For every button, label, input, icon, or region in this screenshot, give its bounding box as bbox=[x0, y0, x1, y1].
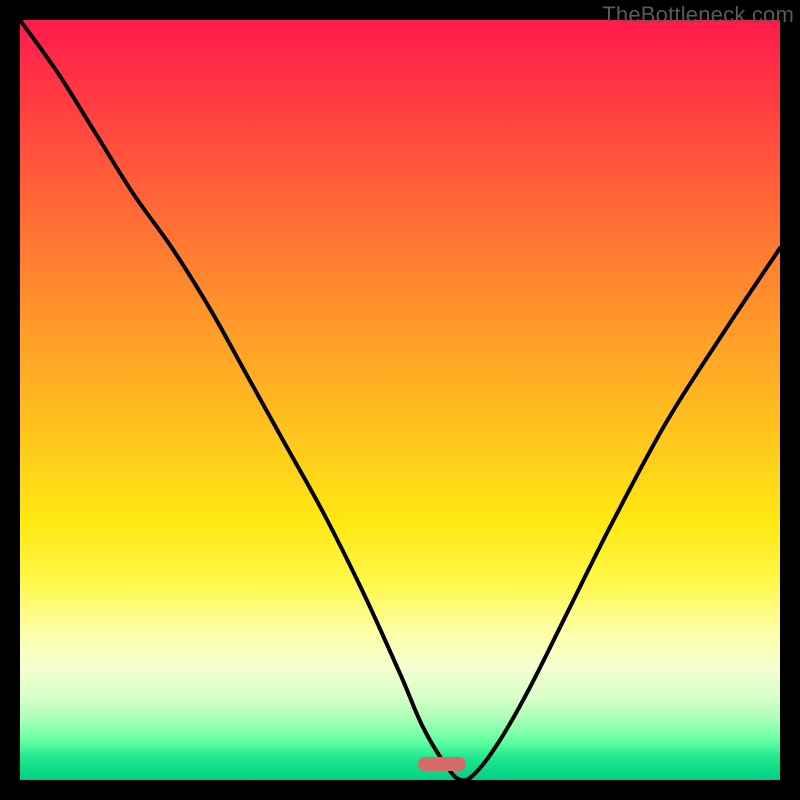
optimum-marker bbox=[418, 757, 466, 771]
bottleneck-curve bbox=[20, 20, 780, 780]
chart-frame: TheBottleneck.com bbox=[0, 0, 800, 800]
watermark-text: TheBottleneck.com bbox=[602, 2, 794, 28]
plot-area bbox=[20, 20, 780, 780]
